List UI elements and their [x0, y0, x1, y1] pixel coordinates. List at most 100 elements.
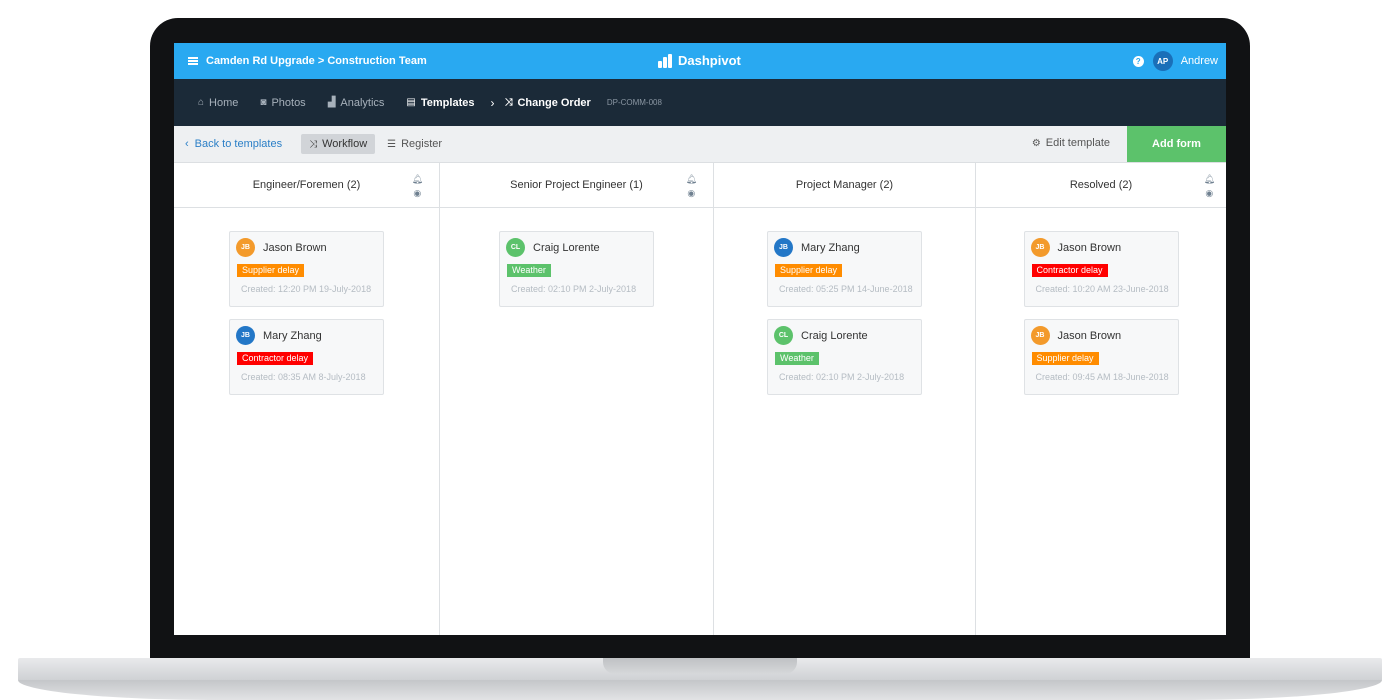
nav-change-order-label: Change Order: [517, 96, 591, 109]
document-icon: ▤: [406, 97, 416, 108]
eye-icon[interactable]: ◉: [687, 186, 695, 200]
created-timestamp: Created: 05:25 PM 14-June-2018: [779, 284, 913, 294]
form-card[interactable]: CL Craig Lorente Weather Created: 02:10 PM …: [767, 319, 922, 395]
bell-icon[interactable]: 🔔︎: [686, 172, 697, 186]
eye-icon[interactable]: ◉: [1205, 186, 1213, 200]
bell-icon[interactable]: 🔔︎: [1204, 172, 1215, 186]
column-header: Project Manager (2): [714, 163, 975, 208]
delay-tag: Weather: [775, 352, 819, 365]
edit-template-button[interactable]: ⚙ Edit template: [1032, 137, 1110, 149]
user-name[interactable]: Andrew: [1181, 55, 1218, 67]
delay-tag: Supplier delay: [1031, 352, 1099, 365]
template-toolbar: ‹ Back to templates ⤨ Workflow ☰ Registe…: [174, 126, 1226, 163]
app-screen: Camden Rd Upgrade > Construction Team Da…: [174, 43, 1226, 635]
card-header: JB Mary Zhang: [774, 238, 915, 257]
column-icons: 🔔︎ ◉: [1204, 172, 1215, 200]
brand-name: Dashpivot: [678, 53, 741, 68]
chevron-left-icon: ‹: [185, 138, 189, 150]
nav-change-order[interactable]: ⤨ Change Order: [504, 97, 590, 109]
back-label: Back to templates: [194, 138, 283, 150]
delay-tag: Supplier delay: [237, 264, 305, 277]
tab-workflow[interactable]: ⤨ Workflow: [301, 134, 376, 154]
column-header: Engineer/Foremen (2) 🔔︎ ◉: [174, 163, 439, 208]
add-form-button[interactable]: Add form: [1127, 126, 1226, 162]
main-nav: ⌂ Home ◙ Photos ▟ Analytics ▤ Templates …: [174, 79, 1226, 126]
card-header: JB Jason Brown: [1030, 238, 1172, 257]
nav-home-label: Home: [209, 96, 239, 109]
top-bar: Camden Rd Upgrade > Construction Team Da…: [174, 43, 1226, 79]
delay-tag: Supplier delay: [775, 264, 843, 277]
card-list: JB Jason Brown Contractor delay Created: 10…: [976, 208, 1226, 407]
gear-icon: ⚙: [1031, 137, 1041, 149]
tab-workflow-label: Workflow: [322, 138, 368, 150]
card-list: CL Craig Lorente Weather Created: 02:10 PM …: [440, 208, 713, 319]
form-card[interactable]: JB Mary Zhang Contractor delay Created: 08:…: [229, 319, 384, 395]
bar-chart-logo-icon: [658, 53, 673, 68]
author-avatar: JB: [236, 238, 255, 257]
card-header: JB Mary Zhang: [236, 326, 377, 345]
nav-photos[interactable]: ◙ Photos: [260, 97, 305, 109]
column-project-manager: Project Manager (2) JB Mary Zhang Supplier…: [714, 163, 976, 635]
laptop-notch: [603, 658, 797, 674]
column-title: Engineer/Foremen (2): [252, 179, 361, 191]
column-header: Senior Project Engineer (1) 🔔︎ ◉: [440, 163, 713, 208]
created-timestamp: Created: 02:10 PM 2-July-2018: [511, 284, 637, 294]
created-timestamp: Created: 09:45 AM 18-June-2018: [1035, 372, 1169, 382]
tab-register[interactable]: ☰ Register: [387, 138, 442, 150]
nav-analytics-label: Analytics: [340, 96, 385, 109]
card-list: JB Jason Brown Supplier delay Created: 12:2…: [174, 208, 439, 407]
column-title: Resolved (2): [1069, 179, 1133, 191]
column-engineer-foremen: Engineer/Foremen (2) 🔔︎ ◉ JB Jason Brown S…: [174, 163, 440, 635]
author-name: Jason Brown: [263, 241, 327, 254]
user-avatar[interactable]: AP: [1152, 51, 1173, 71]
column-icons: 🔔︎ ◉: [412, 172, 423, 200]
nav-photos-label: Photos: [271, 96, 306, 109]
laptop-base-lip: [18, 680, 1382, 700]
author-name: Jason Brown: [1057, 329, 1122, 342]
author-avatar: JB: [774, 238, 793, 257]
created-timestamp: Created: 10:20 AM 23-June-2018: [1035, 284, 1169, 294]
author-avatar: CL: [774, 326, 793, 345]
area-chart-icon: ▟: [327, 97, 336, 108]
card-header: CL Craig Lorente: [506, 238, 647, 257]
form-card[interactable]: JB Jason Brown Supplier delay Created: 12:2…: [229, 231, 384, 307]
column-title: Project Manager (2): [795, 179, 894, 191]
author-avatar: CL: [506, 238, 525, 257]
chevron-right-icon: ›: [490, 95, 495, 110]
column-header: Resolved (2) 🔔︎ ◉: [976, 163, 1226, 208]
card-list: JB Mary Zhang Supplier delay Created: 05:25…: [714, 208, 975, 407]
user-area: ? AP Andrew: [1132, 51, 1218, 71]
form-card[interactable]: JB Jason Brown Supplier delay Created: 09:4…: [1023, 319, 1179, 395]
nav-home[interactable]: ⌂ Home: [198, 97, 238, 109]
created-timestamp: Created: 02:10 PM 2-July-2018: [779, 372, 905, 382]
camera-icon: ◙: [260, 97, 267, 108]
form-card[interactable]: JB Mary Zhang Supplier delay Created: 05:25…: [767, 231, 922, 307]
author-avatar: JB: [1030, 326, 1050, 345]
edit-template-label: Edit template: [1045, 137, 1110, 149]
author-avatar: JB: [236, 326, 255, 345]
hamburger-menu-icon[interactable]: [188, 57, 198, 65]
delay-tag: Weather: [507, 264, 551, 277]
delay-tag: Contractor delay: [237, 352, 314, 365]
author-name: Craig Lorente: [533, 241, 600, 254]
eye-icon[interactable]: ◉: [413, 186, 421, 200]
card-header: JB Jason Brown: [1030, 326, 1172, 345]
home-icon: ⌂: [198, 97, 205, 108]
column-senior-project-engineer: Senior Project Engineer (1) 🔔︎ ◉ CL Craig…: [440, 163, 714, 635]
shuffle-icon: ⤨: [309, 138, 318, 150]
help-icon[interactable]: ?: [1132, 55, 1144, 67]
workflow-board: Engineer/Foremen (2) 🔔︎ ◉ JB Jason Brown S…: [174, 163, 1226, 635]
back-to-templates-link[interactable]: ‹ Back to templates: [185, 138, 282, 150]
card-header: JB Jason Brown: [236, 238, 377, 257]
form-card[interactable]: JB Jason Brown Contractor delay Created: 10…: [1023, 231, 1179, 307]
created-timestamp: Created: 12:20 PM 19-July-2018: [241, 284, 372, 294]
shuffle-icon: ⤨: [504, 97, 513, 108]
form-card[interactable]: CL Craig Lorente Weather Created: 02:10 PM …: [499, 231, 654, 307]
nav-templates[interactable]: ▤ Templates: [406, 97, 474, 109]
project-breadcrumb[interactable]: Camden Rd Upgrade > Construction Team: [206, 55, 427, 67]
author-name: Jason Brown: [1057, 241, 1122, 254]
nav-analytics[interactable]: ▟ Analytics: [328, 97, 385, 109]
list-icon: ☰: [387, 138, 397, 150]
bell-icon[interactable]: 🔔︎: [412, 172, 423, 186]
created-timestamp: Created: 08:35 AM 8-July-2018: [241, 372, 366, 382]
